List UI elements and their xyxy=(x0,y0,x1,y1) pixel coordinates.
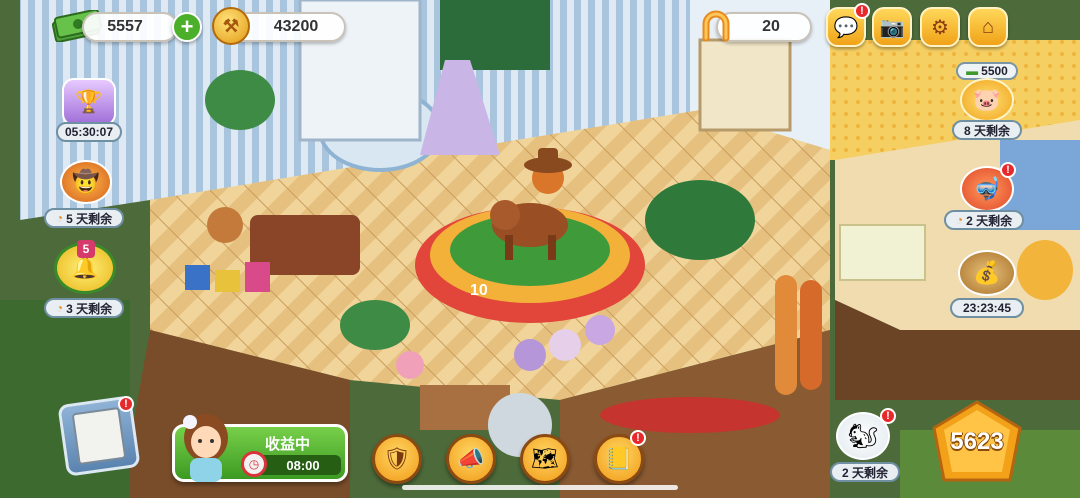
add-cash-button[interactable]: + xyxy=(172,12,202,42)
camera-icon: 📷 xyxy=(879,16,905,39)
squirrel-alert-badge: ! xyxy=(880,408,896,424)
clipboard-icon xyxy=(71,406,127,466)
horseshoe-value: 20 xyxy=(762,18,780,35)
squirrel-days-left: 2 天剩余 xyxy=(830,462,900,482)
level-badge[interactable]: 5623 xyxy=(930,400,1024,486)
earning-status: 收益中 xyxy=(265,436,311,453)
map-icon: 🗺 xyxy=(531,446,559,471)
notebook-icon: 📒 xyxy=(605,446,633,471)
chat-icon: 💬 xyxy=(833,16,859,39)
gear-icon: ⚙ xyxy=(931,16,949,39)
goggles-days-left: ◔ 2 天剩余 xyxy=(944,210,1024,230)
shield-icon: 🛡 xyxy=(383,446,411,471)
cash-pot-button[interactable]: 💰 xyxy=(958,250,1016,296)
game-scene: 10 5557 + 43200 ⚒ 20 💬 ! 📷 ⚙ ⌂ 🏆 05:30:0… xyxy=(0,0,1080,498)
stopwatch-icon: ◷ xyxy=(241,451,267,477)
home-icon: ⌂ xyxy=(981,15,995,38)
plus-icon: + xyxy=(180,14,194,39)
horseshoe-icon xyxy=(698,8,734,44)
clock-icon: ◔ xyxy=(955,213,964,227)
map-button[interactable]: 🗺 xyxy=(520,434,570,484)
camera-button[interactable]: 📷 xyxy=(872,7,912,47)
money-pot-icon: 💰 xyxy=(973,260,1001,285)
room-background: 10 xyxy=(0,0,1080,498)
cowboy-days-left: ◔ 5 天剩余 xyxy=(44,208,124,228)
manager-avatar xyxy=(176,408,236,482)
home-indicator xyxy=(402,485,678,490)
svg-text:10: 10 xyxy=(470,282,488,299)
megaphone-icon: 📣 xyxy=(457,446,485,471)
piggy-bank-button[interactable]: 🐷 xyxy=(960,78,1014,122)
hammer-icon: ⚒ xyxy=(222,15,240,36)
bell-level-badge: 5 xyxy=(77,240,95,258)
chat-alert-badge: ! xyxy=(854,3,870,19)
clock-icon: ◔ xyxy=(55,211,64,225)
squirrel-icon: 🐿 xyxy=(847,422,879,450)
cash-counter: 5557 xyxy=(82,12,178,42)
bell-icon: 🔔 xyxy=(71,255,99,280)
guard-shield-button[interactable]: 🛡 xyxy=(372,434,422,484)
task-alert-badge: ! xyxy=(118,396,134,412)
gold-coin-icon: ⚒ xyxy=(212,7,250,45)
megaphone-button[interactable]: 📣 xyxy=(446,434,496,484)
trophy-icon: 🏆 xyxy=(75,89,103,114)
bell-days-left: ◔ 3 天剩余 xyxy=(44,298,124,318)
goggles-alert-badge: ! xyxy=(1000,162,1016,178)
trophy-timer: 05:30:07 xyxy=(56,122,122,142)
piggy-bank-icon: 🐷 xyxy=(973,87,1001,112)
cash-pot-timer: 23:23:45 xyxy=(950,298,1024,318)
level-value: 5623 xyxy=(950,428,1004,455)
settings-button[interactable]: ⚙ xyxy=(920,7,960,47)
clock-icon: ◔ xyxy=(55,301,64,315)
journal-alert-badge: ! xyxy=(630,430,646,446)
home-button[interactable]: ⌂ xyxy=(968,7,1008,47)
coin-value: 43200 xyxy=(273,18,319,35)
cowboy-event-button[interactable]: 🤠 xyxy=(60,160,112,204)
cash-value: 5557 xyxy=(107,18,143,35)
cowboy-hat-icon: 🤠 xyxy=(72,169,100,194)
piggy-days-left: 8 天剩余 xyxy=(952,120,1022,140)
trophy-event-button[interactable]: 🏆 xyxy=(62,78,116,126)
goggles-icon: 🤿 xyxy=(973,176,1001,201)
cash-stack-icon: ▬ xyxy=(966,64,979,78)
